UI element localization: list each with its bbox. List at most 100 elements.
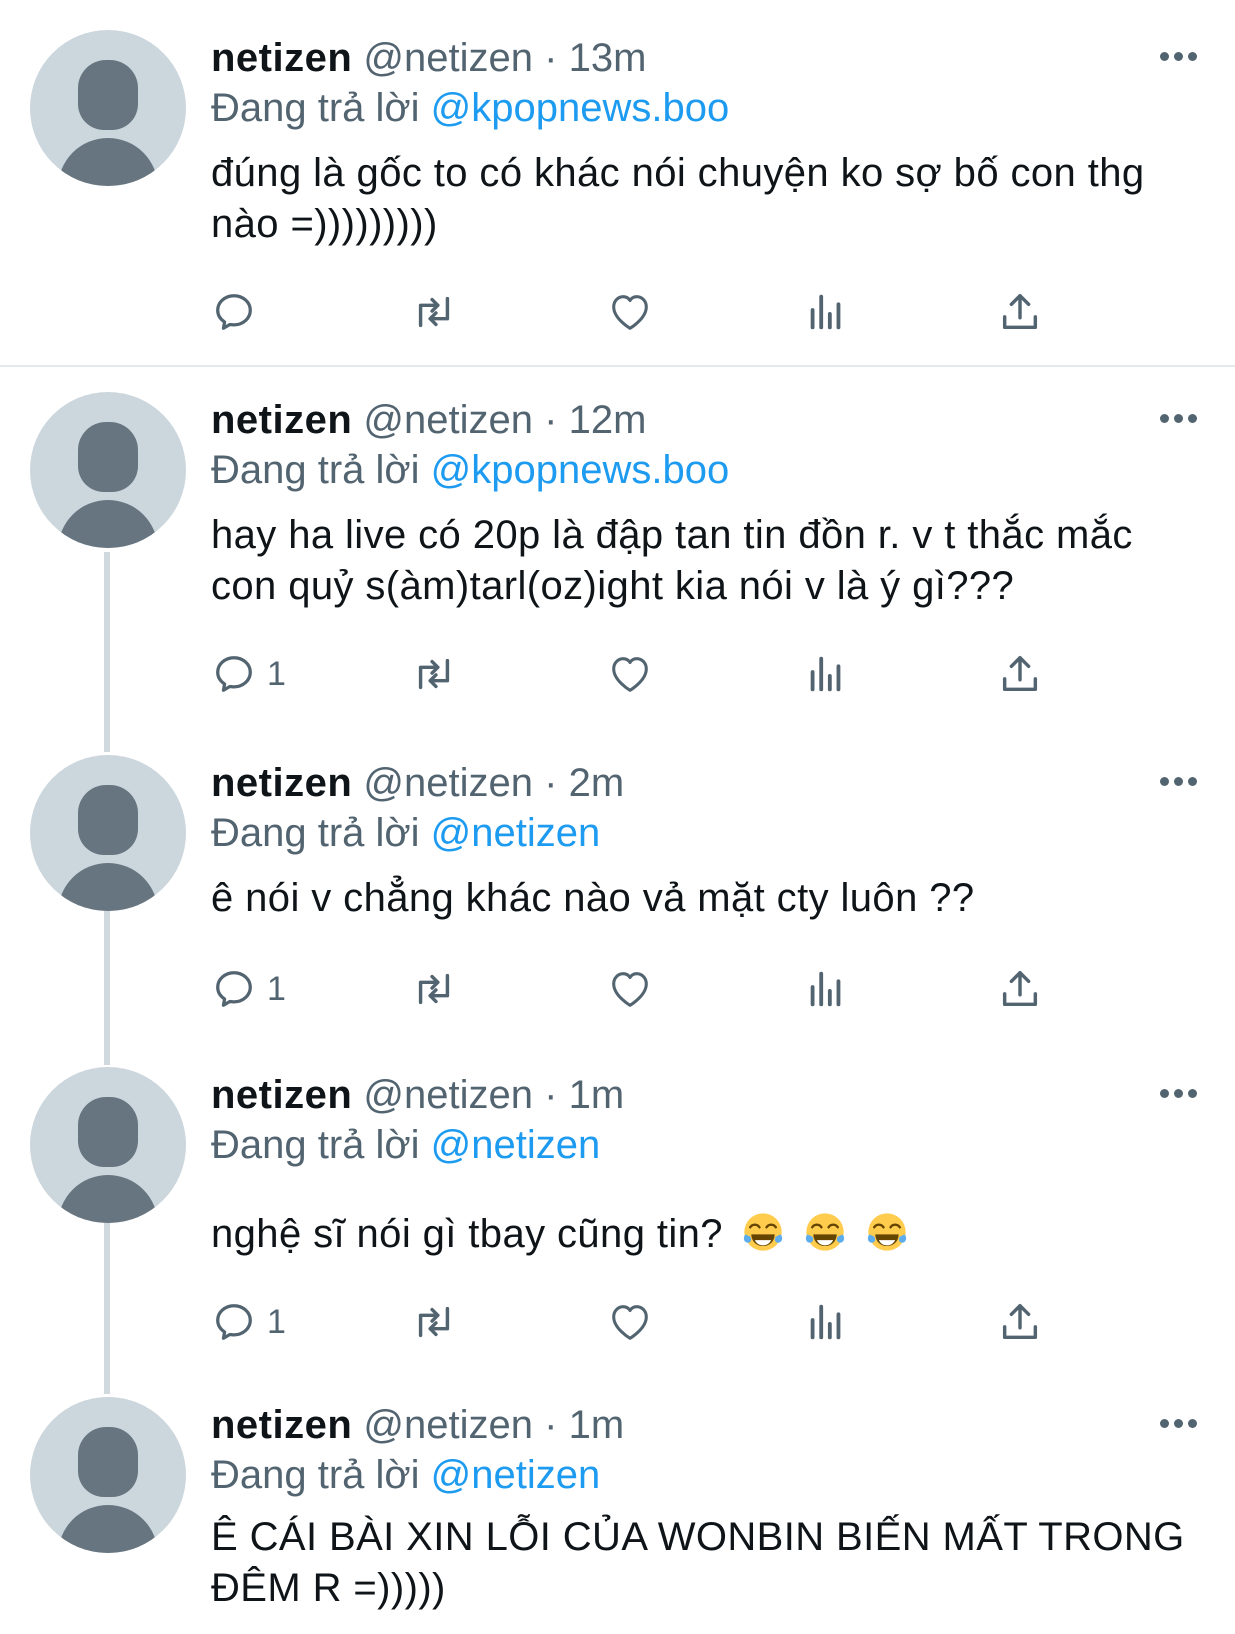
separator: · xyxy=(544,398,558,442)
views-icon xyxy=(810,294,841,330)
retweet-icon xyxy=(418,973,450,1005)
more-icon[interactable] xyxy=(1160,777,1198,787)
like-icon xyxy=(612,972,648,1007)
share-icon xyxy=(1002,293,1038,330)
user-handle[interactable]: @netizen xyxy=(363,761,533,805)
timestamp[interactable]: 1m xyxy=(569,1403,625,1447)
more-icon[interactable] xyxy=(1160,1419,1198,1429)
tweet-header: netizen @netizen · 12m xyxy=(211,396,646,444)
reply-icon xyxy=(216,294,252,330)
avatar-head xyxy=(78,422,138,492)
reply-prefix: Đang trả lời xyxy=(211,86,420,130)
tweet-text: ê nói v chẳng khác nào vả mặt cty luôn ?… xyxy=(211,876,975,920)
views-button[interactable] xyxy=(803,1298,849,1346)
avatar[interactable] xyxy=(30,30,186,186)
display-name[interactable]: netizen xyxy=(211,1073,352,1117)
share-button[interactable] xyxy=(997,1298,1043,1346)
like-icon xyxy=(612,657,648,692)
tweet-text: đúng là gốc to có khác nói chuyện ko sợ … xyxy=(211,151,1145,246)
avatar-shoulders xyxy=(58,1175,158,1223)
like-icon xyxy=(612,1305,648,1340)
thread-line xyxy=(104,1222,110,1394)
retweet-button[interactable] xyxy=(409,650,459,698)
avatar[interactable] xyxy=(30,1397,186,1553)
reply-button[interactable]: 1 xyxy=(211,650,286,698)
reply-target-link[interactable]: @kpopnews.boo xyxy=(431,86,730,130)
avatar-head xyxy=(78,1097,138,1167)
retweet-icon xyxy=(418,296,450,328)
retweet-button[interactable] xyxy=(409,1298,459,1346)
reply-target-link[interactable]: @netizen xyxy=(431,1453,601,1497)
share-button[interactable] xyxy=(997,965,1043,1013)
display-name[interactable]: netizen xyxy=(211,761,352,805)
action-bar: 1 xyxy=(211,650,1111,698)
share-icon xyxy=(1002,1303,1038,1340)
like-button[interactable] xyxy=(606,965,654,1013)
user-handle[interactable]: @netizen xyxy=(363,1403,533,1447)
timestamp[interactable]: 13m xyxy=(569,36,647,80)
replying-to: Đang trả lời @netizen xyxy=(211,1451,600,1499)
share-icon xyxy=(1002,655,1038,692)
reply-button[interactable]: 1 xyxy=(211,1298,286,1346)
reply-prefix: Đang trả lời xyxy=(211,448,420,492)
share-button[interactable] xyxy=(997,288,1043,336)
views-icon xyxy=(810,1304,841,1340)
reply-button[interactable]: 1 xyxy=(211,965,286,1013)
avatar[interactable] xyxy=(30,755,186,911)
reply-prefix: Đang trả lời xyxy=(211,811,420,855)
reply-target-link[interactable]: @kpopnews.boo xyxy=(431,448,730,492)
more-icon[interactable] xyxy=(1160,1089,1198,1099)
reply-target-link[interactable]: @netizen xyxy=(431,811,601,855)
share-button[interactable] xyxy=(997,650,1043,698)
timestamp[interactable]: 2m xyxy=(569,761,625,805)
face-with-tears-of-joy-icon xyxy=(744,1213,783,1251)
display-name[interactable]: netizen xyxy=(211,36,352,80)
avatar-head xyxy=(78,60,138,130)
avatar[interactable] xyxy=(30,1067,186,1223)
action-bar: 1 xyxy=(211,965,1111,1013)
display-name[interactable]: netizen xyxy=(211,398,352,442)
avatar-shoulders xyxy=(58,1505,158,1553)
views-button[interactable] xyxy=(803,288,849,336)
user-handle[interactable]: @netizen xyxy=(363,398,533,442)
share-icon xyxy=(1002,970,1038,1007)
separator: · xyxy=(544,1073,558,1117)
timestamp[interactable]: 1m xyxy=(569,1073,625,1117)
retweet-button[interactable] xyxy=(409,288,459,336)
like-button[interactable] xyxy=(606,288,654,336)
face-with-tears-of-joy-icon xyxy=(867,1213,906,1251)
more-icon[interactable] xyxy=(1160,52,1198,62)
tweet-divider xyxy=(0,365,1235,367)
user-handle[interactable]: @netizen xyxy=(363,1073,533,1117)
avatar-head xyxy=(78,785,138,855)
reply-target-link[interactable]: @netizen xyxy=(431,1123,601,1167)
reply-icon xyxy=(216,1304,252,1340)
retweet-button[interactable] xyxy=(409,965,459,1013)
avatar-head xyxy=(78,1427,138,1497)
tweet-header: netizen @netizen · 1m xyxy=(211,1071,624,1119)
views-button[interactable] xyxy=(803,650,849,698)
replying-to: Đang trả lời @kpopnews.boo xyxy=(211,84,729,132)
avatar[interactable] xyxy=(30,392,186,548)
like-button[interactable] xyxy=(606,1298,654,1346)
tweet-text: nghệ sĩ nói gì tbay cũng tin? xyxy=(211,1212,723,1256)
separator: · xyxy=(544,1403,558,1447)
tweet-header: netizen @netizen · 2m xyxy=(211,759,624,807)
separator: · xyxy=(544,36,558,80)
more-icon[interactable] xyxy=(1160,414,1198,424)
user-handle[interactable]: @netizen xyxy=(363,36,533,80)
tweet-text: hay ha live có 20p là đập tan tin đồn r.… xyxy=(211,513,1133,608)
timestamp[interactable]: 12m xyxy=(569,398,647,442)
like-button[interactable] xyxy=(606,650,654,698)
views-icon xyxy=(810,971,841,1007)
retweet-icon xyxy=(418,1306,450,1338)
reply-button[interactable] xyxy=(211,288,267,336)
tweet-header: netizen @netizen · 13m xyxy=(211,34,646,82)
retweet-icon xyxy=(418,658,450,690)
display-name[interactable]: netizen xyxy=(211,1403,352,1447)
views-button[interactable] xyxy=(803,965,849,1013)
reply-count: 1 xyxy=(267,1302,286,1341)
avatar-shoulders xyxy=(58,138,158,186)
replying-to: Đang trả lời @netizen xyxy=(211,1121,600,1169)
avatar-shoulders xyxy=(58,863,158,911)
